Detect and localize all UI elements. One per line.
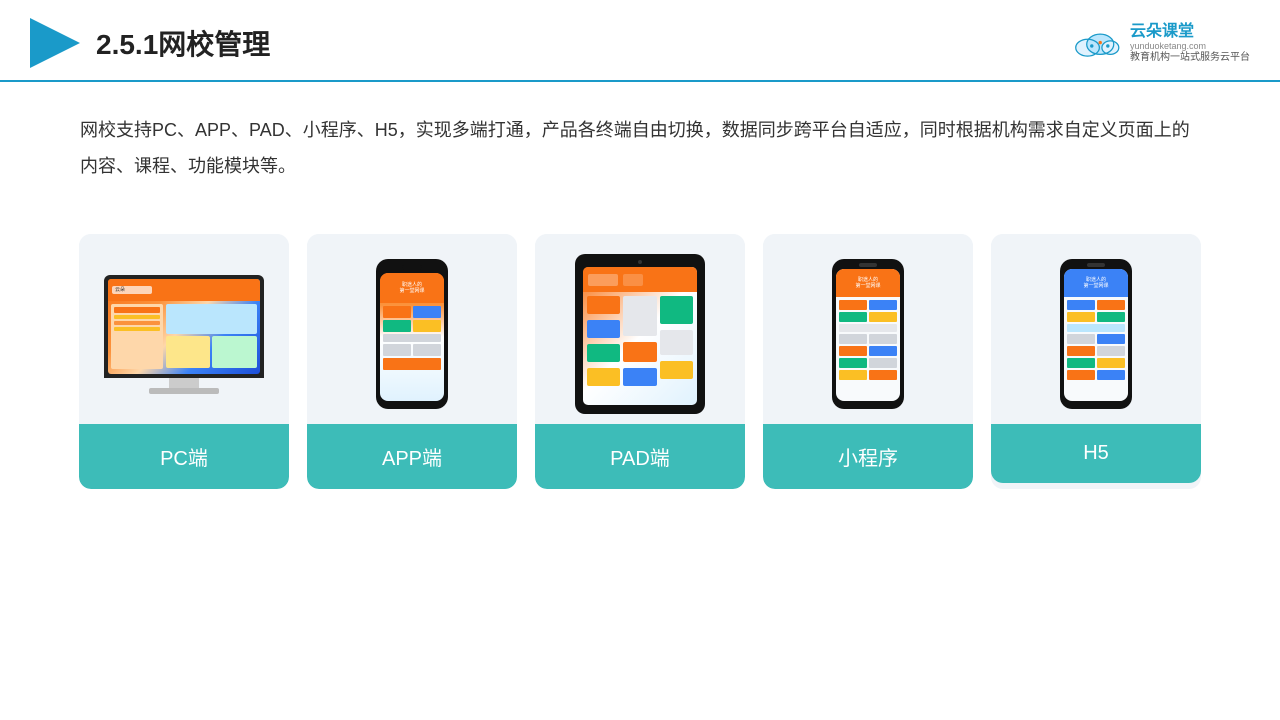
page-title: 2.5.1网校管理 <box>96 23 270 63</box>
card-app-image: 职途人的第一堂网课 <box>307 234 517 424</box>
play-icon <box>30 18 80 68</box>
pc-monitor-icon: 云朵 <box>104 275 264 394</box>
card-pad: PAD端 <box>535 234 745 489</box>
header: 2.5.1网校管理 云朵课堂 yunduoketang.com 教育机构一站式服… <box>0 0 1280 82</box>
header-left: 2.5.1网校管理 <box>30 18 270 68</box>
logo-name: 云朵课堂 <box>1130 22 1250 41</box>
card-pad-image <box>535 234 745 424</box>
phone-app-icon: 职途人的第一堂网课 <box>376 259 448 409</box>
logo-text-area: 云朵课堂 yunduoketang.com 教育机构一站式服务云平台 <box>1130 22 1250 64</box>
mini-program-phone-icon: 职途人的第一堂网课 <box>832 259 904 409</box>
card-h5-label: H5 <box>991 424 1201 483</box>
tablet-icon <box>575 254 705 414</box>
card-pc-label: PC端 <box>79 424 289 489</box>
card-miniprogram-image: 职途人的第一堂网课 <box>763 234 973 424</box>
card-pc: 云朵 <box>79 234 289 489</box>
card-app: 职途人的第一堂网课 <box>307 234 517 489</box>
logo-area: 云朵课堂 yunduoketang.com 教育机构一站式服务云平台 <box>1070 22 1250 64</box>
description-text: 网校支持PC、APP、PAD、小程序、H5，实现多端打通，产品各终端自由切换，数… <box>80 120 1190 176</box>
description: 网校支持PC、APP、PAD、小程序、H5，实现多端打通，产品各终端自由切换，数… <box>0 82 1280 194</box>
card-pc-image: 云朵 <box>79 234 289 424</box>
card-miniprogram: 职途人的第一堂网课 <box>763 234 973 489</box>
logo-url: yunduoketang.com <box>1130 41 1250 52</box>
cloud-logo-icon <box>1070 24 1122 62</box>
cards-container: 云朵 <box>0 204 1280 509</box>
card-pad-label: PAD端 <box>535 424 745 489</box>
card-app-label: APP端 <box>307 424 517 489</box>
card-h5: 职途人的第一堂网课 <box>991 234 1201 489</box>
h5-phone-icon: 职途人的第一堂网课 <box>1060 259 1132 409</box>
logo-tagline: 教育机构一站式服务云平台 <box>1130 52 1250 64</box>
card-h5-image: 职途人的第一堂网课 <box>991 234 1201 424</box>
card-miniprogram-label: 小程序 <box>763 424 973 489</box>
